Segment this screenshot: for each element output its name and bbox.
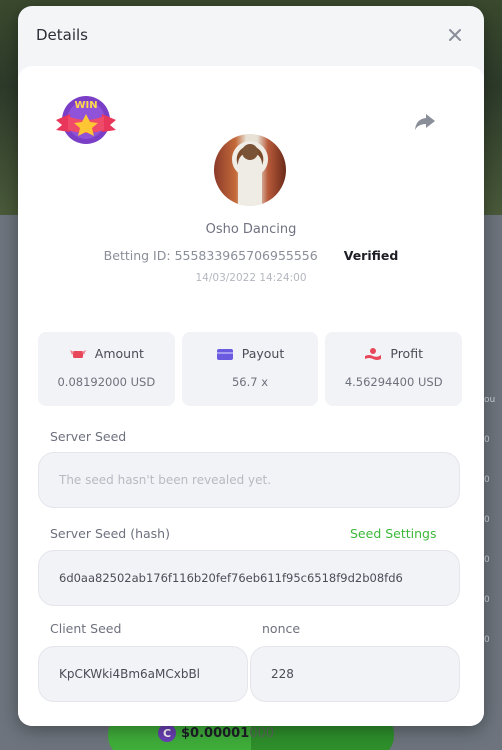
server-seed-field[interactable]: The seed hasn't been revealed yet.: [38, 452, 460, 508]
seed-settings-link[interactable]: Seed Settings: [350, 526, 437, 541]
client-seed-label: Client Seed: [50, 621, 122, 636]
payout-value: 56.7 x: [231, 375, 269, 389]
close-icon: [449, 29, 461, 41]
client-seed-field[interactable]: KpCKWki4Bm6aMCxbBl: [38, 646, 248, 702]
background-bet-amount: C $0.00001000: [158, 723, 274, 743]
betting-id: 555833965706955556: [174, 248, 318, 263]
share-icon[interactable]: [414, 112, 436, 132]
stat-amount: Amount 0.08192000 USD: [38, 332, 175, 406]
game-name: Osho Dancing: [205, 222, 297, 237]
svg-text:WIN: WIN: [74, 100, 97, 111]
stat-payout: Payout 56.7 x: [181, 332, 319, 406]
coin-icon: C: [158, 724, 176, 742]
stat-profit: Profit 4.56294400 USD: [325, 332, 463, 406]
money-hand-icon: [365, 347, 382, 360]
modal-title: Details: [36, 26, 89, 44]
profit-value: 4.56294400 USD: [344, 375, 443, 389]
bet-datetime: 14/03/2022 14:24:00: [195, 272, 307, 284]
nonce-label: nonce: [262, 621, 301, 636]
modal-body: WIN Osho Dancing Betting ID: 55583396570…: [18, 66, 484, 726]
money-wings-icon: [69, 349, 86, 358]
close-button[interactable]: [444, 24, 466, 46]
server-seed-hash-field[interactable]: 6d0aa82502ab176f116b20fef76eb611f95c6518…: [38, 550, 460, 606]
win-badge-icon: WIN: [56, 96, 116, 144]
bet-details-modal: Details WIN Osho Dancing Betting ID: 555…: [18, 6, 484, 726]
verified-status: Verified: [343, 248, 399, 263]
game-thumbnail: [214, 134, 286, 206]
amount-value: 0.08192000 USD: [57, 375, 156, 389]
modal-header: Details: [18, 6, 484, 64]
bet-stats: Amount 0.08192000 USD Payout 56.7 x Prof…: [38, 332, 463, 406]
nonce-field[interactable]: 228: [250, 646, 460, 702]
betting-id-row: Betting ID: 555833965706955556 Verified: [103, 248, 399, 263]
wallet-card-icon: [216, 348, 233, 360]
server-seed-label: Server Seed: [50, 429, 127, 444]
server-seed-hash-label: Server Seed (hash): [50, 526, 170, 541]
